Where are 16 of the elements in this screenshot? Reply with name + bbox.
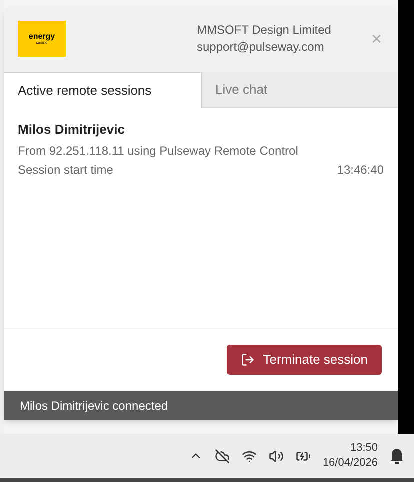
exit-icon — [241, 353, 256, 368]
tab[interactable]: Active remote sessions — [4, 72, 202, 108]
status-bar: Milos Dimitrijevic connected — [4, 391, 398, 420]
company-name: MMSOFT Design Limited — [197, 22, 332, 40]
notification-icon[interactable] — [390, 448, 404, 464]
support-email: support@pulseway.com — [197, 39, 326, 56]
cloud-off-icon[interactable] — [214, 448, 230, 464]
wifi-icon[interactable] — [242, 448, 257, 464]
session-detail: From 92.251.118.11 using Pulseway Remote Control — [18, 143, 300, 160]
speaker-icon[interactable] — [268, 448, 284, 464]
tab[interactable]: Live chat — [202, 72, 398, 108]
session-start-time: 13:46:40 — [337, 162, 384, 180]
session-start-label: Session start time — [18, 162, 114, 180]
user-name: Milos Dimitrijevic — [18, 120, 126, 139]
terminate-button[interactable]: Terminate session — [227, 345, 382, 376]
clock[interactable]: 13:50 16/04/2026 — [322, 441, 378, 471]
